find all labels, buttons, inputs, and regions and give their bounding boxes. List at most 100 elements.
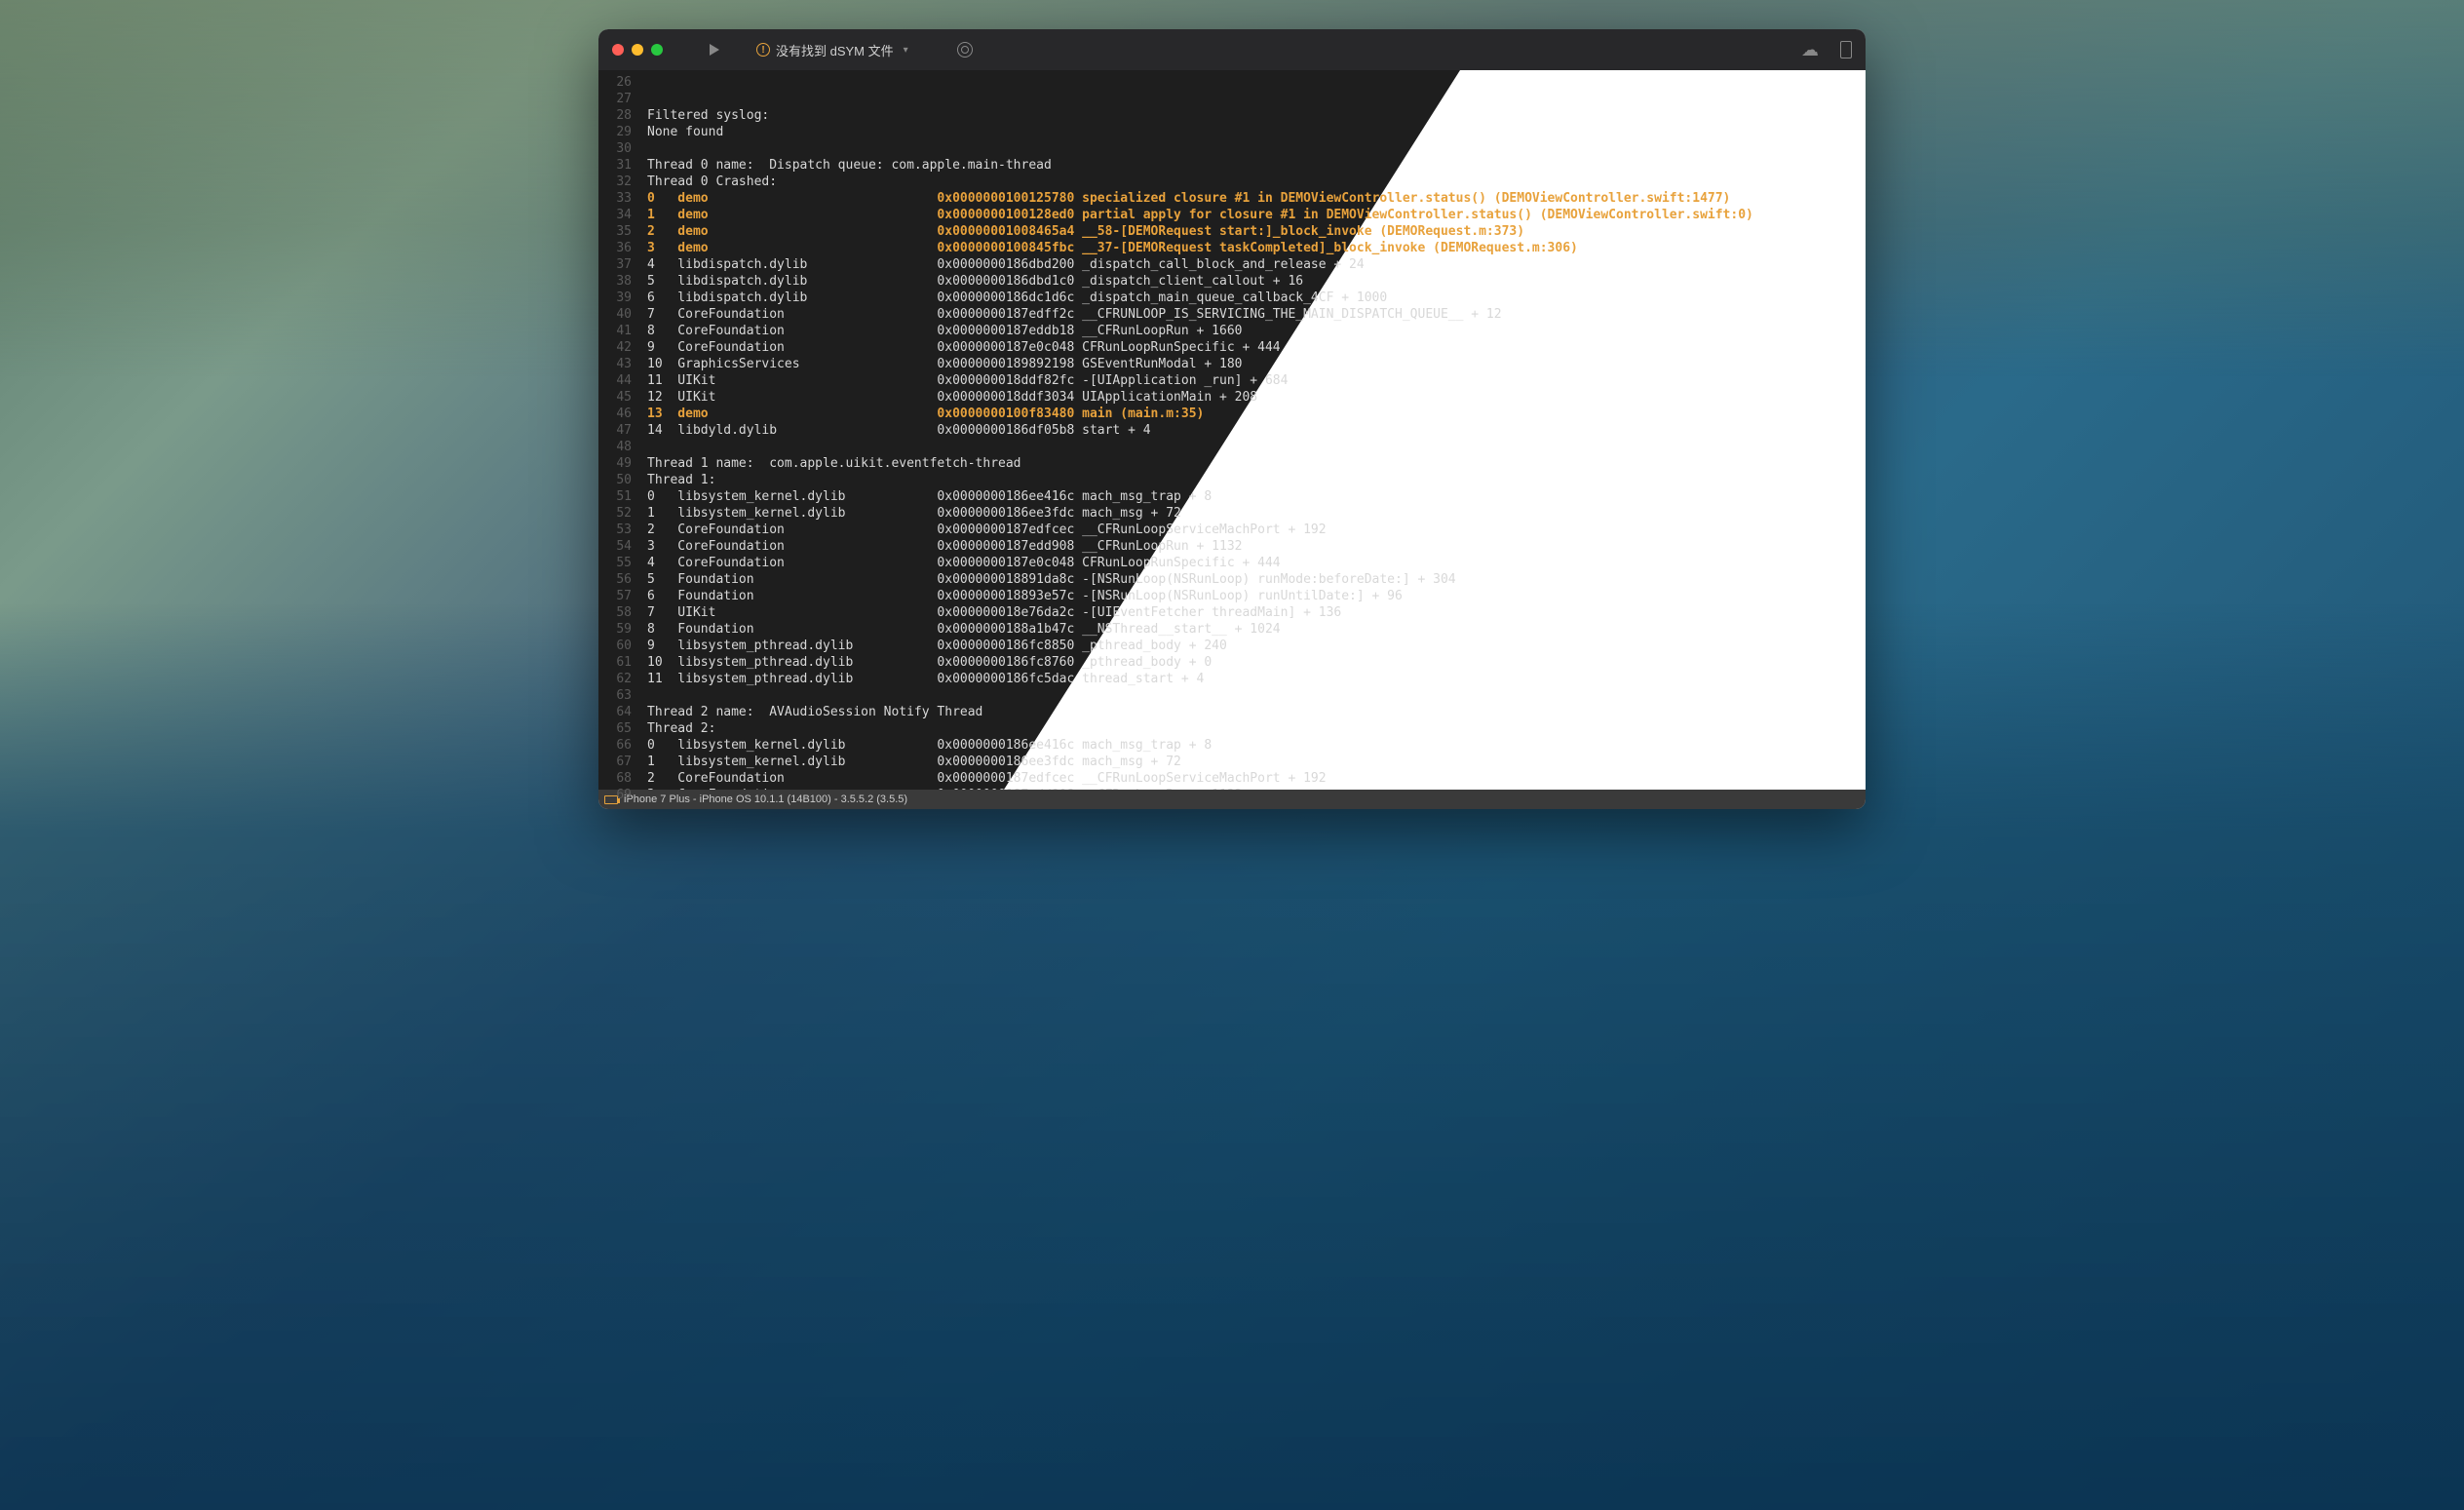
line-number: 33	[598, 190, 632, 207]
line-number: 31	[598, 157, 632, 174]
line-number: 38	[598, 273, 632, 290]
line-number: 57	[598, 588, 632, 604]
code-line[interactable]	[647, 439, 1866, 455]
line-number: 45	[598, 389, 632, 406]
line-gutter: 2627282930313233343536373839404142434445…	[598, 70, 639, 790]
code-line[interactable]: 0 libsystem_kernel.dylib 0x0000000186ee4…	[647, 737, 1866, 754]
code-line[interactable]: 3 CoreFoundation 0x0000000187edd908 __CF…	[647, 538, 1866, 555]
code-line[interactable]: 0 libsystem_kernel.dylib 0x0000000186ee4…	[647, 488, 1866, 505]
code-line[interactable]: 13 demo 0x0000000100f83480 main (main.m:…	[647, 406, 1866, 422]
cloud-download-icon[interactable]: ☁	[1801, 40, 1819, 60]
code-line[interactable]: 4 libdispatch.dylib 0x0000000186dbd200 _…	[647, 256, 1866, 273]
line-number: 36	[598, 240, 632, 256]
line-number: 28	[598, 107, 632, 124]
code-line[interactable]: 7 CoreFoundation 0x0000000187edff2c __CF…	[647, 306, 1866, 323]
code-line[interactable]: 2 CoreFoundation 0x0000000187edfcec __CF…	[647, 522, 1866, 538]
code-line[interactable]	[647, 687, 1866, 704]
device-icon[interactable]	[1840, 41, 1852, 58]
code-line[interactable]: 1 demo 0x0000000100128ed0 partial apply …	[647, 207, 1866, 223]
line-number: 47	[598, 422, 632, 439]
code-line[interactable]: 10 GraphicsServices 0x0000000189892198 G…	[647, 356, 1866, 372]
code-line[interactable]: 12 UIKit 0x000000018ddf3034 UIApplicatio…	[647, 389, 1866, 406]
warning-text: 没有找到 dSYM 文件	[776, 41, 894, 59]
code-line[interactable]: 8 Foundation 0x0000000188a1b47c __NSThre…	[647, 621, 1866, 638]
code-line[interactable]	[647, 74, 1866, 91]
line-number: 32	[598, 174, 632, 190]
code-line[interactable]: 8 CoreFoundation 0x0000000187eddb18 __CF…	[647, 323, 1866, 339]
dsym-warning-dropdown[interactable]: ! 没有找到 dSYM 文件 ▾	[756, 41, 908, 59]
code-line[interactable]: 7 UIKit 0x000000018e76da2c -[UIEventFetc…	[647, 604, 1866, 621]
line-number: 54	[598, 538, 632, 555]
line-number: 27	[598, 91, 632, 107]
code-line[interactable]: 1 libsystem_kernel.dylib 0x0000000186ee3…	[647, 505, 1866, 522]
line-number: 68	[598, 770, 632, 787]
line-number: 58	[598, 604, 632, 621]
code-line[interactable]: 4 CoreFoundation 0x0000000187e0c048 CFRu…	[647, 555, 1866, 571]
line-number: 66	[598, 737, 632, 754]
code-line[interactable]: 9 CoreFoundation 0x0000000187e0c048 CFRu…	[647, 339, 1866, 356]
line-number: 44	[598, 372, 632, 389]
code-line[interactable]	[647, 140, 1866, 157]
code-line[interactable]: 5 libdispatch.dylib 0x0000000186dbd1c0 _…	[647, 273, 1866, 290]
line-number: 29	[598, 124, 632, 140]
minimize-button[interactable]	[632, 44, 643, 56]
app-window: ! 没有找到 dSYM 文件 ▾ ☁ 262728293031323334353…	[598, 29, 1866, 809]
code-content[interactable]: Filtered syslog:None found Thread 0 name:…	[639, 70, 1866, 790]
code-line[interactable]: Filtered syslog:	[647, 107, 1866, 124]
code-line[interactable]: 6 Foundation 0x000000018893e57c -[NSRunL…	[647, 588, 1866, 604]
crash-log-editor[interactable]: 2627282930313233343536373839404142434445…	[598, 70, 1866, 790]
code-line[interactable]: Thread 2 name: AVAudioSession Notify Thr…	[647, 704, 1866, 720]
line-number: 35	[598, 223, 632, 240]
titlebar[interactable]: ! 没有找到 dSYM 文件 ▾ ☁	[598, 29, 1866, 70]
code-line[interactable]: 11 libsystem_pthread.dylib 0x0000000186f…	[647, 671, 1866, 687]
code-line[interactable]: Thread 1:	[647, 472, 1866, 488]
line-number: 62	[598, 671, 632, 687]
code-line[interactable]: 10 libsystem_pthread.dylib 0x0000000186f…	[647, 654, 1866, 671]
line-number: 51	[598, 488, 632, 505]
line-number: 49	[598, 455, 632, 472]
line-number: 61	[598, 654, 632, 671]
line-number: 60	[598, 638, 632, 654]
line-number: 37	[598, 256, 632, 273]
line-number: 26	[598, 74, 632, 91]
line-number: 41	[598, 323, 632, 339]
line-number: 30	[598, 140, 632, 157]
code-line[interactable]: Thread 0 Crashed:	[647, 174, 1866, 190]
line-number: 55	[598, 555, 632, 571]
target-icon[interactable]	[957, 42, 973, 58]
line-number: 59	[598, 621, 632, 638]
play-icon[interactable]	[710, 44, 719, 56]
code-line[interactable]: None found	[647, 124, 1866, 140]
code-line[interactable]: 11 UIKit 0x000000018ddf82fc -[UIApplicat…	[647, 372, 1866, 389]
warning-icon: !	[756, 43, 770, 57]
code-line[interactable]: 2 demo 0x00000001008465a4 __58-[DEMORequ…	[647, 223, 1866, 240]
code-line[interactable]: 1 libsystem_kernel.dylib 0x0000000186ee3…	[647, 754, 1866, 770]
code-line[interactable]: 14 libdyld.dylib 0x0000000186df05b8 star…	[647, 422, 1866, 439]
line-number: 39	[598, 290, 632, 306]
code-line[interactable]: 0 demo 0x0000000100125780 specialized cl…	[647, 190, 1866, 207]
line-number: 50	[598, 472, 632, 488]
code-line[interactable]: Thread 1 name: com.apple.uikit.eventfetc…	[647, 455, 1866, 472]
code-line[interactable]: 9 libsystem_pthread.dylib 0x0000000186fc…	[647, 638, 1866, 654]
zoom-button[interactable]	[651, 44, 663, 56]
code-line[interactable]: 3 CoreFoundation 0x0000000187edd908 __CF…	[647, 787, 1866, 790]
window-controls	[612, 44, 663, 56]
line-number: 69	[598, 787, 632, 803]
code-line[interactable]: 2 CoreFoundation 0x0000000187edfcec __CF…	[647, 770, 1866, 787]
close-button[interactable]	[612, 44, 624, 56]
line-number: 56	[598, 571, 632, 588]
line-number: 42	[598, 339, 632, 356]
code-line[interactable]: Thread 2:	[647, 720, 1866, 737]
line-number: 63	[598, 687, 632, 704]
code-line[interactable]: 6 libdispatch.dylib 0x0000000186dc1d6c _…	[647, 290, 1866, 306]
line-number: 65	[598, 720, 632, 737]
code-line[interactable]	[647, 91, 1866, 107]
line-number: 52	[598, 505, 632, 522]
line-number: 53	[598, 522, 632, 538]
status-bar: iPhone 7 Plus - iPhone OS 10.1.1 (14B100…	[598, 790, 1866, 809]
editor-area: 2627282930313233343536373839404142434445…	[598, 70, 1866, 790]
code-line[interactable]: 5 Foundation 0x000000018891da8c -[NSRunL…	[647, 571, 1866, 588]
line-number: 48	[598, 439, 632, 455]
code-line[interactable]: Thread 0 name: Dispatch queue: com.apple…	[647, 157, 1866, 174]
code-line[interactable]: 3 demo 0x0000000100845fbc __37-[DEMORequ…	[647, 240, 1866, 256]
